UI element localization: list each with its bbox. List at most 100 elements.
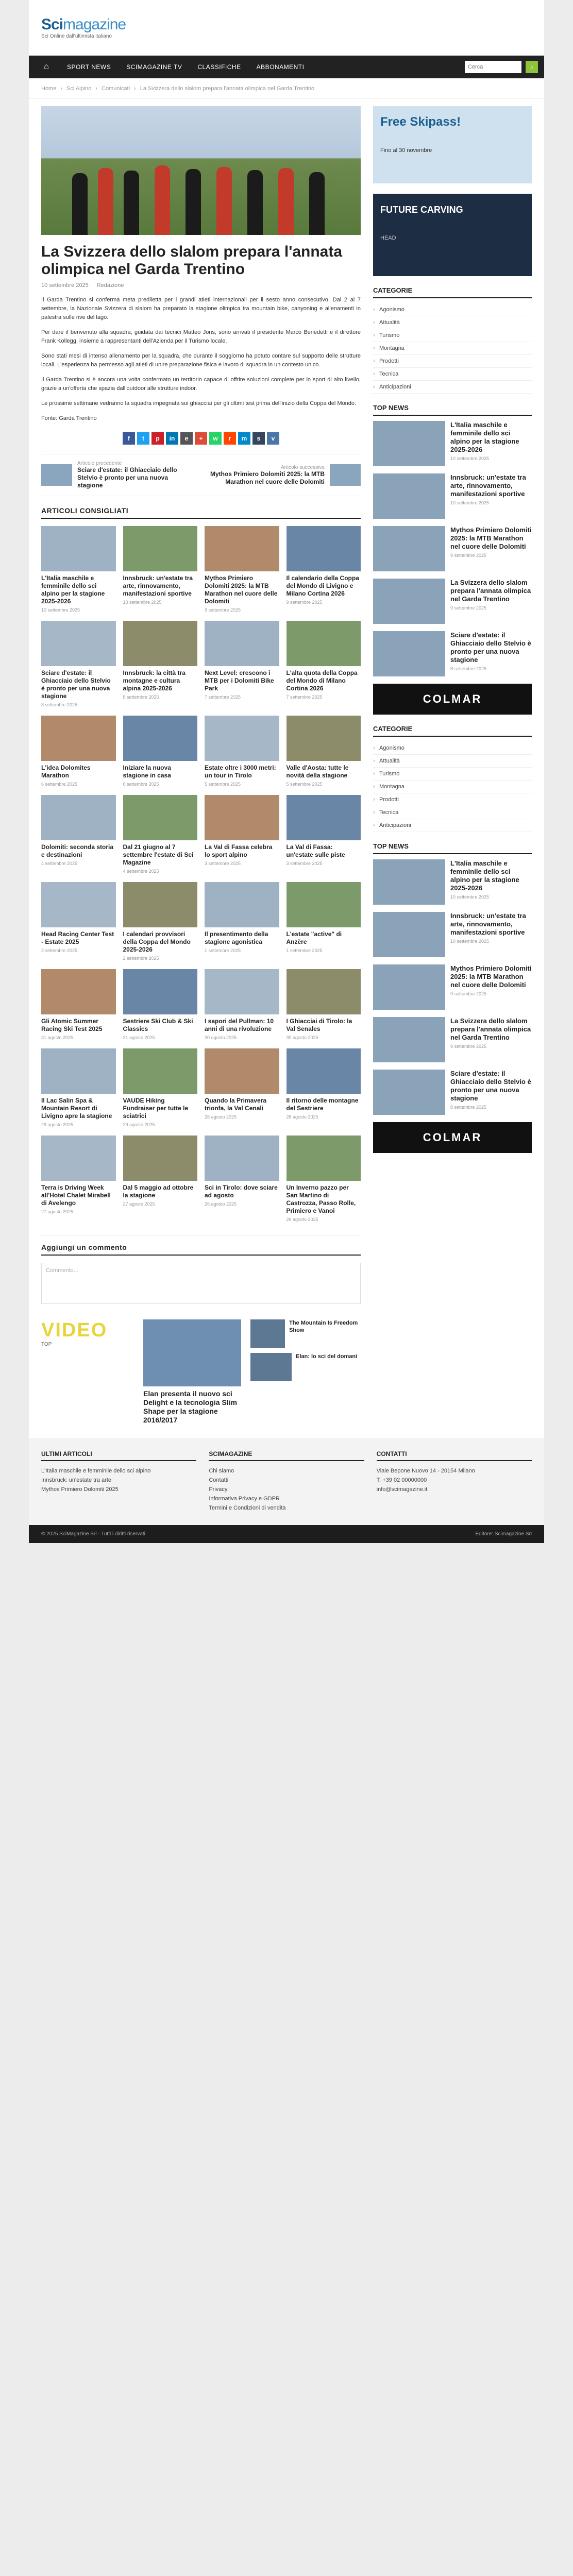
messenger-share-icon[interactable]: m bbox=[238, 432, 250, 445]
top-news-item[interactable]: Innsbruck: un'estate tra arte, rinnovame… bbox=[373, 912, 532, 957]
site-logo[interactable]: Scimagazine Sci Online dall'ultimista it… bbox=[41, 16, 126, 39]
next-article-link[interactable]: Articolo successivo Mythos Primiero Dolom… bbox=[207, 461, 361, 489]
related-card[interactable]: VAUDE Hiking Fundraiser per tutte le sci… bbox=[123, 1048, 197, 1127]
related-card[interactable]: Estate oltre i 3000 metri: un tour in Ti… bbox=[205, 716, 279, 787]
sidebar-ad-skipass[interactable]: Free Skipass! Fino al 30 novembre bbox=[373, 106, 532, 183]
footer-link[interactable]: L'Italia maschile e femminile dello sci … bbox=[41, 1466, 196, 1476]
top-news-item[interactable]: Mythos Primiero Dolomiti 2025: la MTB Ma… bbox=[373, 526, 532, 571]
related-card[interactable]: Quando la Primavera trionfa, la Val Cena… bbox=[205, 1048, 279, 1127]
pinterest-share-icon[interactable]: p bbox=[151, 432, 164, 445]
related-card[interactable]: I sapori del Pullman: 10 anni di una riv… bbox=[205, 969, 279, 1040]
nav-item-classifiche[interactable]: CLASSIFICHE bbox=[191, 63, 247, 71]
related-card[interactable]: Innsbruck: un'estate tra arte, rinnovame… bbox=[123, 526, 197, 613]
video-list-item[interactable]: Elan: lo sci del domani bbox=[250, 1353, 361, 1381]
category-item[interactable]: Agonismo bbox=[373, 303, 532, 316]
category-item[interactable]: Tecnica bbox=[373, 806, 532, 819]
category-item[interactable]: Turismo bbox=[373, 329, 532, 342]
nav-item-sport[interactable]: SPORT NEWS bbox=[61, 63, 117, 71]
sidebar-ad-head[interactable]: FUTURE CARVING HEAD bbox=[373, 194, 532, 276]
related-card[interactable]: Iniziare la nuova stagione in casa 6 sett… bbox=[123, 716, 197, 787]
top-news-item[interactable]: L'Italia maschile e femminile dello sci … bbox=[373, 421, 532, 466]
related-card[interactable]: Head Racing Center Test - Estate 2025 2 s… bbox=[41, 882, 116, 961]
footer-link[interactable]: Chi siamo bbox=[209, 1466, 364, 1476]
category-item[interactable]: Anticipazioni bbox=[373, 381, 532, 394]
related-card[interactable]: Un Inverno pazzo per San Martino di Cast… bbox=[286, 1136, 361, 1222]
home-icon[interactable]: ⌂ bbox=[35, 56, 58, 78]
facebook-share-icon[interactable]: f bbox=[123, 432, 135, 445]
search-input[interactable] bbox=[465, 61, 521, 73]
related-card[interactable]: Sci in Tirolo: dove sciare ad agosto 26 a… bbox=[205, 1136, 279, 1222]
reddit-share-icon[interactable]: r bbox=[224, 432, 236, 445]
footer-link[interactable]: Privacy bbox=[209, 1485, 364, 1494]
related-card[interactable]: I Ghiacciai di Tirolo: la Val Senales 30 … bbox=[286, 969, 361, 1040]
footer-link[interactable]: Contatti bbox=[209, 1476, 364, 1485]
related-card[interactable]: Innsbruck: la città tra montagne e cultu… bbox=[123, 621, 197, 707]
footer-link[interactable]: Termini e Condizioni di vendita bbox=[209, 1503, 364, 1513]
related-card[interactable]: Sciare d'estate: il Ghiacciaio dello Ste… bbox=[41, 621, 116, 707]
breadcrumb-category[interactable]: Sci Alpino bbox=[66, 86, 91, 92]
category-item[interactable]: Tecnica bbox=[373, 368, 532, 381]
related-card[interactable]: La Val di Fassa: un'estate sulle piste 3 … bbox=[286, 795, 361, 874]
breadcrumb-sub[interactable]: Comunicati bbox=[102, 86, 130, 92]
category-item[interactable]: Montagna bbox=[373, 342, 532, 355]
vk-share-icon[interactable]: v bbox=[267, 432, 279, 445]
sidebar-ad-colmar-2[interactable]: COLMAR bbox=[373, 1122, 532, 1153]
video-list-item[interactable]: The Mountain Is Freedom Show bbox=[250, 1319, 361, 1348]
article-author[interactable]: Redazione bbox=[97, 282, 124, 289]
footer-link[interactable]: Mythos Primiero Dolomiti 2025 bbox=[41, 1485, 196, 1494]
category-item[interactable]: Turismo bbox=[373, 768, 532, 781]
top-news-item[interactable]: Innsbruck: un'estate tra arte, rinnovame… bbox=[373, 473, 532, 519]
stumble-share-icon[interactable]: s bbox=[252, 432, 265, 445]
category-item[interactable]: Attualità bbox=[373, 316, 532, 329]
top-news-item[interactable]: La Svizzera dello slalom prepara l'annat… bbox=[373, 1017, 532, 1062]
twitter-share-icon[interactable]: t bbox=[137, 432, 149, 445]
linkedin-share-icon[interactable]: in bbox=[166, 432, 178, 445]
related-card[interactable]: L'estate "active" di Anzère 1 settembre 2… bbox=[286, 882, 361, 961]
top-news-item[interactable]: Mythos Primiero Dolomiti 2025: la MTB Ma… bbox=[373, 964, 532, 1010]
top-news-item[interactable]: Sciare d'estate: il Ghiacciaio dello Ste… bbox=[373, 1070, 532, 1115]
footer-link[interactable]: Informativa Privacy e GDPR bbox=[209, 1494, 364, 1503]
gplus-share-icon[interactable]: + bbox=[195, 432, 207, 445]
related-card[interactable]: I calendari provvisori della Coppa del M… bbox=[123, 882, 197, 961]
top-news-item[interactable]: Sciare d'estate: il Ghiacciaio dello Ste… bbox=[373, 631, 532, 676]
breadcrumb-home[interactable]: Home bbox=[41, 86, 56, 92]
related-card[interactable]: Sestriere Ski Club & Ski Classics 31 agos… bbox=[123, 969, 197, 1040]
related-card[interactable]: Next Level: crescono i MTB per i Dolomit… bbox=[205, 621, 279, 707]
related-card[interactable]: Dolomiti: seconda storia e destinazioni 4… bbox=[41, 795, 116, 874]
category-item[interactable]: Prodotti bbox=[373, 355, 532, 368]
category-item[interactable]: Anticipazioni bbox=[373, 819, 532, 832]
related-card[interactable]: L'alta quota della Coppa del Mondo di Mi… bbox=[286, 621, 361, 707]
nav-item-abbonamenti[interactable]: ABBONAMENTI bbox=[250, 63, 311, 71]
category-item[interactable]: Montagna bbox=[373, 781, 532, 793]
related-card[interactable]: Terra is Driving Week all'Hotel Chalet M… bbox=[41, 1136, 116, 1222]
related-card[interactable]: L'idea Dolomites Marathon 6 settembre 202… bbox=[41, 716, 116, 787]
related-card[interactable]: Gli Atomic Summer Racing Ski Test 2025 31… bbox=[41, 969, 116, 1040]
nav-item-tv[interactable]: SCIMAGAZINE TV bbox=[120, 63, 188, 71]
footer-link[interactable]: T. +39 02 00000000 bbox=[377, 1476, 532, 1485]
email-share-icon[interactable]: e bbox=[180, 432, 193, 445]
top-news-item[interactable]: La Svizzera dello slalom prepara l'annat… bbox=[373, 579, 532, 624]
related-card[interactable]: Il calendario della Coppa del Mondo di L… bbox=[286, 526, 361, 613]
related-card[interactable]: Il presentimento della stagione agonisti… bbox=[205, 882, 279, 961]
category-item[interactable]: Attualità bbox=[373, 755, 532, 768]
related-card[interactable]: La Val di Fassa celebra lo sport alpino 3… bbox=[205, 795, 279, 874]
related-card[interactable]: Il ritorno delle montagne del Sestriere 2… bbox=[286, 1048, 361, 1127]
prev-article-link[interactable]: Articolo precedente Sciare d'estate: il G… bbox=[41, 461, 195, 489]
top-news-item[interactable]: L'Italia maschile e femminile dello sci … bbox=[373, 859, 532, 905]
related-card[interactable]: Il Lac Salin Spa & Mountain Resort di Li… bbox=[41, 1048, 116, 1127]
whatsapp-share-icon[interactable]: w bbox=[209, 432, 222, 445]
comment-textarea[interactable]: Commento... bbox=[41, 1263, 361, 1304]
footer-link[interactable]: info@scimagazine.it bbox=[377, 1485, 532, 1494]
related-card[interactable]: Mythos Primiero Dolomiti 2025: la MTB Ma… bbox=[205, 526, 279, 613]
category-item[interactable]: Agonismo bbox=[373, 742, 532, 755]
search-icon[interactable]: ⌕ bbox=[526, 61, 538, 73]
related-card[interactable]: Valle d'Aosta: tutte le novità della sta… bbox=[286, 716, 361, 787]
category-item[interactable]: Prodotti bbox=[373, 793, 532, 806]
footer-link[interactable]: Innsbruck: un'estate tra arte bbox=[41, 1476, 196, 1485]
related-card[interactable]: Dal 5 maggio ad ottobre la stagione 27 ag… bbox=[123, 1136, 197, 1222]
related-card[interactable]: Dal 21 giugno al 7 settembre l'estate di… bbox=[123, 795, 197, 874]
video-main[interactable]: Elan presenta il nuovo sci Delight e la … bbox=[143, 1319, 241, 1424]
footer-link[interactable]: Viale Bepone Nuovo 14 - 20154 Milano bbox=[377, 1466, 532, 1476]
sidebar-ad-colmar[interactable]: COLMAR bbox=[373, 684, 532, 715]
related-card[interactable]: L'Italia maschile e femminile dello sci … bbox=[41, 526, 116, 613]
